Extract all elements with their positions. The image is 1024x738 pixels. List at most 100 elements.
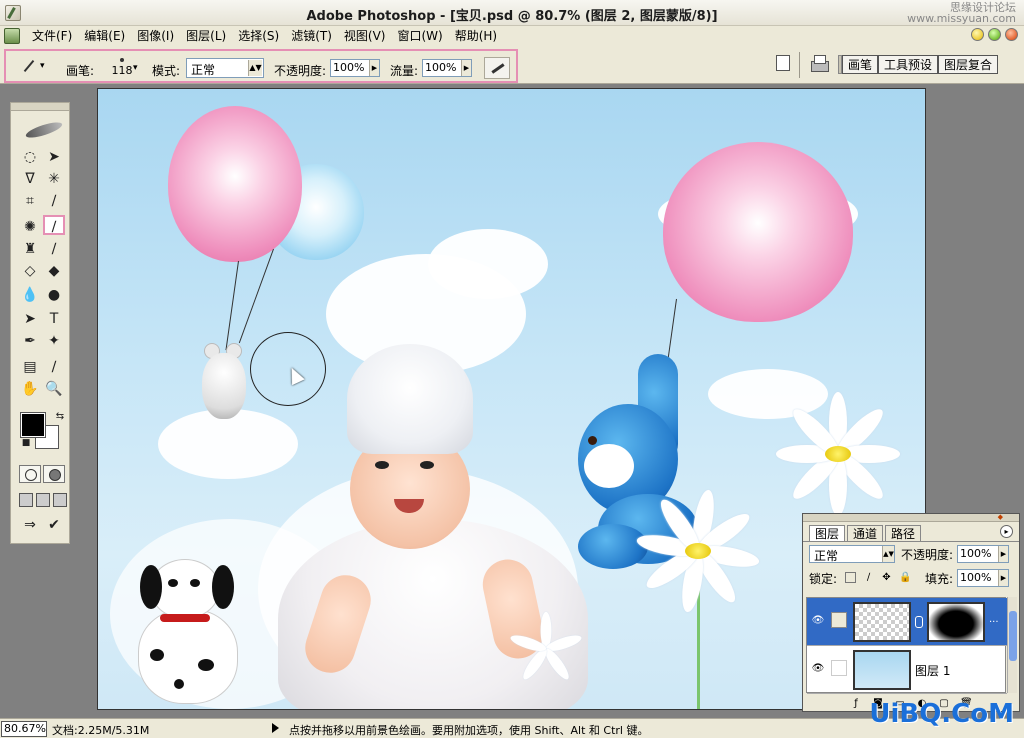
panel-grip[interactable]: ◆ [803, 513, 1019, 522]
eraser-icon[interactable]: ◇ [19, 261, 41, 281]
screen-mode-full-menu-icon[interactable] [36, 493, 50, 507]
palette-menu-icon[interactable] [776, 55, 790, 71]
fill-input[interactable]: 100% ▶ [957, 569, 1009, 587]
notes-icon[interactable]: ▤ [19, 357, 41, 377]
path-select-icon[interactable]: ➤ [19, 309, 41, 329]
lock-image-icon[interactable]: ∕ [863, 572, 874, 583]
menu-select[interactable]: 选择(S) [232, 26, 285, 46]
edit-imageready-icon[interactable]: ✔ [43, 515, 65, 535]
jump-to-imageready-icon[interactable]: ⇒ [19, 515, 41, 535]
title-bar: Adobe Photoshop - [宝贝.psd @ 80.7% (图层 2,… [0, 0, 1024, 26]
layer-mask-edit-icon[interactable] [831, 612, 847, 628]
quick-mask-icon[interactable] [43, 465, 65, 483]
blend-mode-select[interactable]: 正常 ▲▼ [809, 545, 895, 563]
type-icon[interactable]: T [43, 309, 65, 329]
marquee-icon[interactable]: ◌ [19, 147, 41, 167]
shape-icon[interactable]: ✦ [43, 331, 65, 351]
menu-filter[interactable]: 滤镜(T) [285, 26, 338, 46]
layer-opacity-input[interactable]: 100% ▶ [957, 545, 1009, 563]
lasso-icon[interactable]: ᐁ [19, 169, 41, 189]
menu-view[interactable]: 视图(V) [338, 26, 392, 46]
move-icon[interactable]: ➤ [43, 147, 65, 167]
tab-channels[interactable]: 通道 [847, 525, 884, 541]
baby-hat [347, 344, 473, 454]
layer-name[interactable]: 图层 1 [915, 662, 950, 679]
mode-label: 模式: [152, 64, 181, 78]
lock-position-icon[interactable]: ✥ [881, 572, 892, 583]
well-tab-layer-comps[interactable]: 图层复合 [938, 55, 999, 74]
menu-window[interactable]: 窗口(W) [391, 26, 448, 46]
layer-row-layer-2[interactable]: 👁 ... [807, 598, 1007, 646]
toolbox-grip[interactable] [11, 103, 69, 111]
brush-dropdown-icon[interactable]: ▾ [133, 63, 138, 73]
brush-tip-icon [120, 58, 124, 62]
close-button[interactable] [1005, 28, 1018, 41]
mask-thumbnail[interactable] [927, 602, 985, 642]
layer-row-layer-1[interactable]: 👁 图层 1 [807, 646, 1007, 694]
default-colors-icon[interactable]: ■ [15, 433, 37, 453]
fill-arrow-icon[interactable]: ▶ [998, 570, 1008, 586]
layer-opacity-arrow-icon[interactable]: ▶ [998, 546, 1008, 562]
menu-layer[interactable]: 图层(L) [180, 26, 232, 46]
maximize-button[interactable] [988, 28, 1001, 41]
flow-input[interactable]: 100% ▶ [422, 59, 472, 77]
screen-mode-standard-icon[interactable] [19, 493, 33, 507]
magic-wand-icon[interactable]: ✳ [43, 169, 65, 189]
crop-icon[interactable]: ⌗ [19, 191, 41, 211]
lock-transparent-icon[interactable] [845, 572, 856, 583]
stamp-icon[interactable]: ♜ [19, 239, 41, 259]
screen-mode-full-icon[interactable] [53, 493, 67, 507]
opacity-arrow-icon[interactable]: ▶ [369, 60, 379, 76]
well-tab-brushes[interactable]: 画笔 [842, 55, 879, 74]
bucket-icon[interactable]: ◆ [43, 261, 65, 281]
dodge-icon[interactable]: ● [43, 285, 65, 305]
bear-muzzle [584, 444, 634, 488]
tab-layers[interactable]: 图层 [809, 525, 846, 541]
layer-thumbnail[interactable] [853, 602, 911, 642]
tool-hint: 点按并拖移以用前景色绘画。要用附加选项，使用 Shift、Alt 和 Ctrl … [289, 724, 649, 737]
panel-menu-icon[interactable]: ▸ [1000, 525, 1013, 538]
menu-file[interactable]: 文件(F) [26, 26, 78, 46]
layer-link-box[interactable] [831, 660, 847, 676]
healing-icon[interactable]: ✺ [19, 217, 41, 237]
slice-icon[interactable]: ∕ [43, 191, 65, 211]
history-brush-icon[interactable]: ∕ [43, 239, 65, 259]
document-icon[interactable] [4, 28, 20, 44]
brush-picker[interactable]: 118 [109, 56, 135, 84]
eye-icon[interactable]: 👁 [811, 664, 825, 674]
file-browser-icon[interactable] [808, 52, 830, 74]
blend-mode-value: 正常 [814, 549, 839, 563]
layer-scrollbar[interactable] [1007, 597, 1017, 693]
dog-ear [140, 565, 162, 609]
zoom-input[interactable]: 80.67% [1, 721, 47, 737]
well-tab-tool-presets[interactable]: 工具预设 [878, 55, 939, 74]
swap-colors-icon[interactable]: ⇆ [49, 407, 71, 427]
pen-icon[interactable]: ✒ [19, 331, 41, 351]
eye-icon[interactable]: 👁 [811, 616, 825, 626]
zoom-icon[interactable]: 🔍 [43, 379, 65, 399]
feather-logo-icon[interactable] [25, 117, 65, 139]
toy-mouse [198, 339, 250, 419]
blur-icon[interactable]: 💧 [19, 285, 41, 305]
menu-help[interactable]: 帮助(H) [449, 26, 503, 46]
flow-arrow-icon[interactable]: ▶ [461, 60, 471, 76]
lock-all-icon[interactable]: 🔒 [899, 572, 911, 583]
airbrush-icon[interactable] [484, 57, 510, 79]
chain-link-icon[interactable] [915, 616, 923, 628]
status-menu-icon[interactable] [272, 723, 279, 733]
layer-thumbnail[interactable] [853, 650, 911, 690]
tab-paths[interactable]: 路径 [885, 525, 922, 541]
tool-preset-picker[interactable] [18, 58, 45, 78]
standard-mode-icon[interactable] [19, 465, 41, 483]
opacity-input[interactable]: 100% ▶ [330, 59, 380, 77]
panel-close-icon[interactable]: ◆ [998, 513, 1003, 521]
layer-style-icon[interactable]: ƒ [850, 698, 862, 710]
eyedropper-icon[interactable]: ∕ [43, 357, 65, 377]
brush-icon[interactable]: ∕ [43, 215, 65, 235]
menu-edit[interactable]: 编辑(E) [78, 26, 131, 46]
minimize-button[interactable] [971, 28, 984, 41]
scrollbar-thumb[interactable] [1009, 611, 1017, 661]
hand-icon[interactable]: ✋ [19, 379, 41, 399]
mode-select[interactable]: 正常 ▲▼ [186, 58, 264, 78]
menu-image[interactable]: 图像(I) [131, 26, 180, 46]
